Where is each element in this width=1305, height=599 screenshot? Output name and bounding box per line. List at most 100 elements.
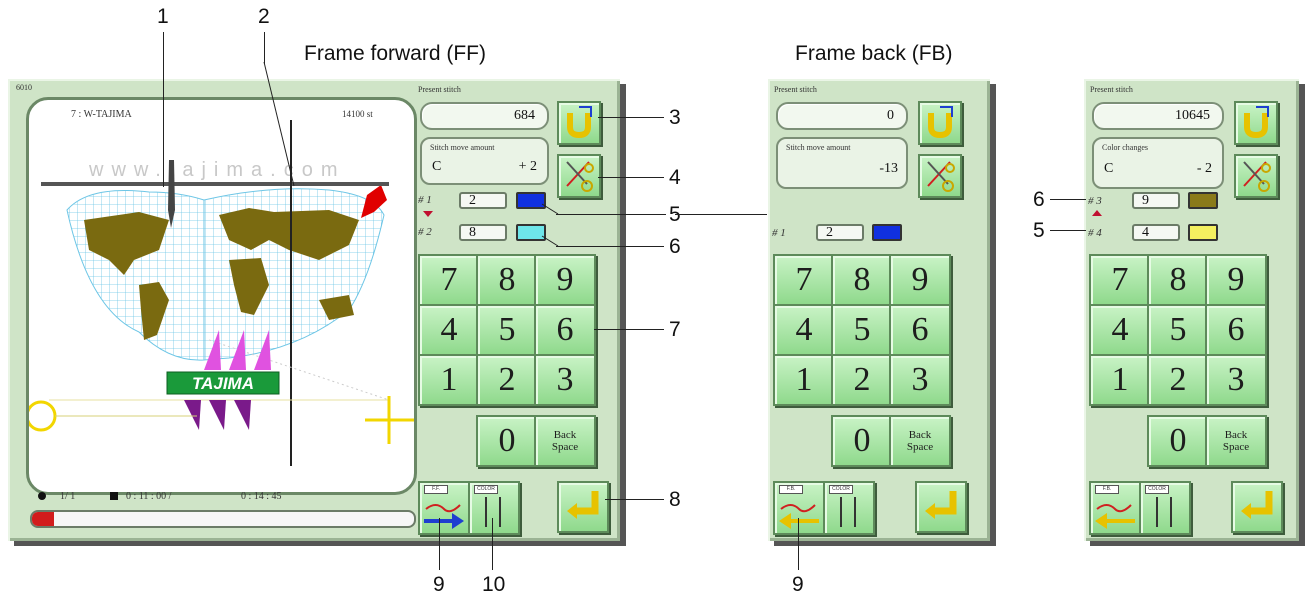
fb-needle-row-1-color xyxy=(872,224,902,241)
cb-trim-scissors-button[interactable] xyxy=(1234,154,1278,198)
frame-forward-button[interactable]: F.F. xyxy=(418,481,470,535)
u-turn-icon xyxy=(567,106,592,139)
key-1[interactable]: 1 xyxy=(418,354,480,406)
back-arrow-icon xyxy=(1095,504,1135,529)
fb-confirm-enter-button[interactable] xyxy=(915,481,967,533)
fb-key-4[interactable]: 4 xyxy=(773,304,835,356)
scissors-icon xyxy=(927,161,955,192)
design-preview[interactable]: 7 : W-TAJIMA 14100 st www.tajima.com TAJ… xyxy=(26,97,417,495)
logo-text: TAJIMA xyxy=(192,374,254,393)
fb-key-7[interactable]: 7 xyxy=(773,254,835,306)
confirm-enter-button[interactable] xyxy=(557,481,609,533)
key-0[interactable]: 0 xyxy=(476,415,538,467)
cb-key-4[interactable]: 4 xyxy=(1089,304,1151,356)
frame-forward-panel: 6010 7 : W-TAJIMA 14100 st www.tajima.co… xyxy=(8,79,620,541)
cb-needle-row-4-number[interactable]: 4 xyxy=(1132,224,1180,241)
design-counter: 1/ 1 xyxy=(60,491,76,502)
needle-row-2-number[interactable]: 8 xyxy=(459,224,507,241)
cb-key-8[interactable]: 8 xyxy=(1147,254,1209,306)
fb-move-value: -13 xyxy=(879,161,898,176)
progress-fill xyxy=(32,512,54,526)
fb-needle-row-1-number[interactable]: 2 xyxy=(816,224,864,241)
cb-needle-row-4-color xyxy=(1188,224,1218,241)
callout-1: 1 xyxy=(157,5,169,28)
key-2[interactable]: 2 xyxy=(476,354,538,406)
cb-key-5[interactable]: 5 xyxy=(1147,304,1209,356)
trim-scissors-button[interactable] xyxy=(557,154,601,198)
color-change-back-panel: Present stitch 10645 Color changes C - 2… xyxy=(1084,79,1299,541)
callout-5: 5 xyxy=(669,203,681,227)
present-stitch-label: Present stitch xyxy=(418,85,461,94)
key-8[interactable]: 8 xyxy=(476,254,538,306)
present-stitch-display: 684 xyxy=(420,102,549,130)
fb-key-9[interactable]: 9 xyxy=(889,254,951,306)
needle-row-1-label: # 1 xyxy=(418,194,432,206)
cb-key-9[interactable]: 9 xyxy=(1205,254,1267,306)
cb-needle-return-button[interactable] xyxy=(1234,101,1278,145)
frame-forward-caption: Frame forward (FF) xyxy=(304,42,487,65)
key-3[interactable]: 3 xyxy=(534,354,596,406)
cb-confirm-enter-button[interactable] xyxy=(1231,481,1283,533)
move-value: + 2 xyxy=(518,159,537,174)
cb-needle-row-3-number[interactable]: 9 xyxy=(1132,192,1180,209)
total-time: 0 : 14 : 45 xyxy=(241,491,282,502)
cb-needle-row-3-label: # 3 xyxy=(1088,195,1102,207)
fb-needle-return-button[interactable] xyxy=(918,101,962,145)
fb-key-6[interactable]: 6 xyxy=(889,304,951,356)
fb-present-stitch-label: Present stitch xyxy=(774,85,817,94)
move-amount-box: Stitch move amount C + 2 xyxy=(420,137,549,185)
cb-key-3[interactable]: 3 xyxy=(1205,354,1267,406)
cb-color-changes-label: Color changes xyxy=(1102,143,1148,152)
fb-key-2[interactable]: 2 xyxy=(831,354,893,406)
world-map-embroidery: www.tajima.com TAJIMA xyxy=(29,120,414,466)
callout-7: 7 xyxy=(669,318,681,341)
fb-color-change-button[interactable]: COLOR xyxy=(823,481,875,535)
frame-back-button[interactable]: F.B. xyxy=(773,481,825,535)
needle-row-1-number[interactable]: 2 xyxy=(459,192,507,209)
fb-key-5[interactable]: 5 xyxy=(831,304,893,356)
key-6[interactable]: 6 xyxy=(534,304,596,356)
clock-icon xyxy=(110,492,118,500)
frame-back-caption: Frame back (FB) xyxy=(795,42,953,65)
fb-key-1[interactable]: 1 xyxy=(773,354,835,406)
callout-4: 4 xyxy=(669,166,681,189)
cb-move-mode: C xyxy=(1104,161,1114,176)
callout-2: 2 xyxy=(258,5,270,28)
cb-color-change-button[interactable]: COLOR xyxy=(1139,481,1191,535)
status-row: 1/ 1 0 : 11 : 00 / 0 : 14 : 45 xyxy=(38,489,418,507)
forward-arrow-icon xyxy=(424,504,464,529)
fb-backspace-key[interactable]: Back Space xyxy=(889,415,951,467)
fb-key-8[interactable]: 8 xyxy=(831,254,893,306)
callout-9: 9 xyxy=(433,573,445,596)
cb-key-7[interactable]: 7 xyxy=(1089,254,1151,306)
cb-move-value: - 2 xyxy=(1196,161,1212,176)
fb-key-3[interactable]: 3 xyxy=(889,354,951,406)
needle-return-button[interactable] xyxy=(557,101,601,145)
fb-needle-row-1-label: # 1 xyxy=(772,227,786,239)
callout-6: 6 xyxy=(669,235,681,258)
cb-key-6[interactable]: 6 xyxy=(1205,304,1267,356)
fb-trim-scissors-button[interactable] xyxy=(918,154,962,198)
key-5[interactable]: 5 xyxy=(476,304,538,356)
color-change-button[interactable]: COLOR xyxy=(468,481,520,535)
cb-backspace-key[interactable]: Back Space xyxy=(1205,415,1267,467)
cb-color-changes-box: Color changes C - 2 xyxy=(1092,137,1224,189)
fb-move-amount-box: Stitch move amount -13 xyxy=(776,137,908,189)
watermark-text: www.tajima.com xyxy=(88,159,345,181)
cb-key-2[interactable]: 2 xyxy=(1147,354,1209,406)
cb-key-0[interactable]: 0 xyxy=(1147,415,1209,467)
key-7[interactable]: 7 xyxy=(418,254,480,306)
callout-10: 10 xyxy=(482,573,506,596)
fb-present-stitch-display: 0 xyxy=(776,102,908,130)
scissors-icon xyxy=(566,161,594,192)
callout-3: 3 xyxy=(669,106,681,129)
callout-9-fb: 9 xyxy=(792,573,804,596)
fb-key-0[interactable]: 0 xyxy=(831,415,893,467)
scissors-icon xyxy=(1243,161,1271,192)
corner-code: 6010 xyxy=(16,83,32,92)
key-4[interactable]: 4 xyxy=(418,304,480,356)
cb-key-1[interactable]: 1 xyxy=(1089,354,1151,406)
backspace-key[interactable]: Back Space xyxy=(534,415,596,467)
elapsed-time: 0 : 11 : 00 / xyxy=(126,491,172,502)
cb-frame-back-button[interactable]: F.B. xyxy=(1089,481,1141,535)
